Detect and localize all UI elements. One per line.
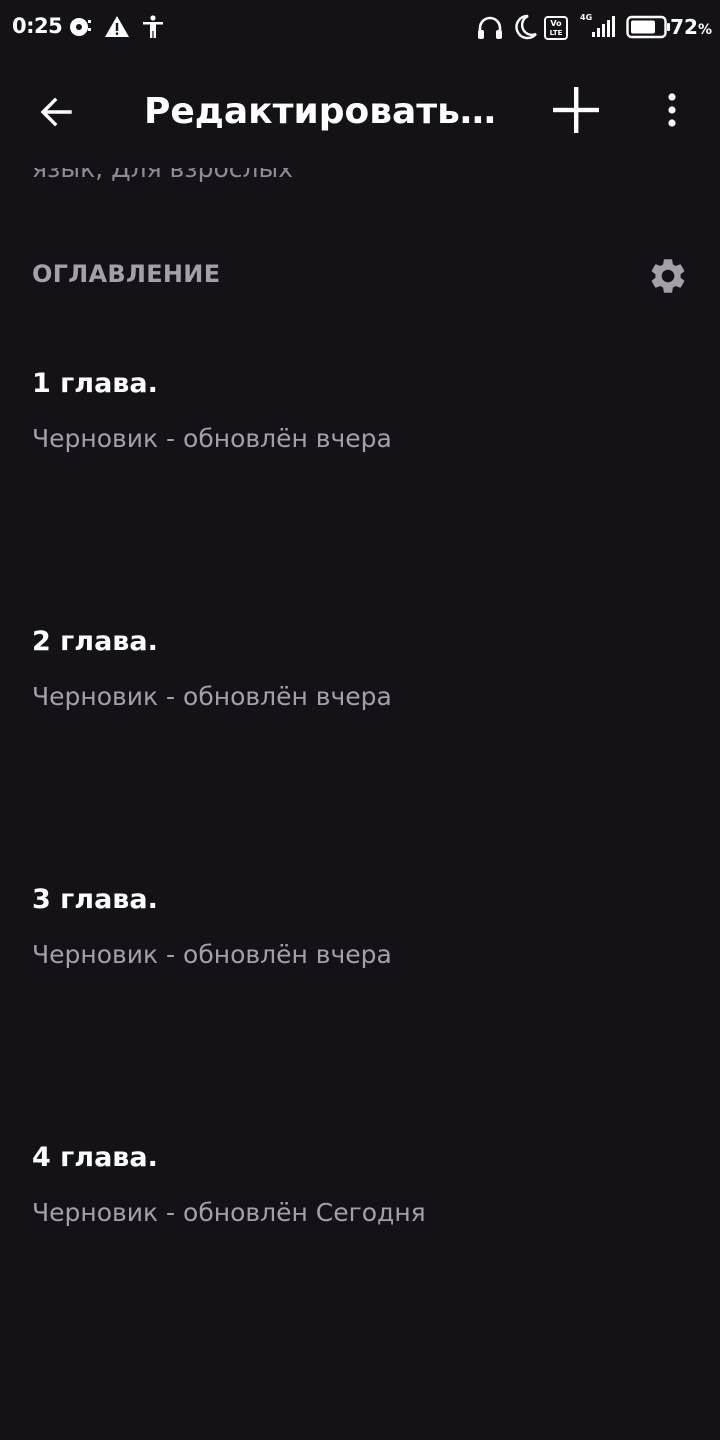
battery-icon: [626, 15, 672, 43]
chapter-item[interactable]: 1 глава. Черновик - обновлён вчера: [0, 328, 720, 586]
screen: 0:25 Vo LTE 4G 72% Редактировать и... яз…: [0, 0, 720, 1440]
chapter-title: 3 глава.: [32, 884, 158, 915]
tags-line: язык, Для взрослых: [32, 168, 294, 183]
svg-text:LTE: LTE: [550, 29, 563, 37]
chapter-status: Черновик - обновлён вчера: [32, 940, 392, 969]
chapter-item[interactable]: 3 глава. Черновик - обновлён вчера: [0, 844, 720, 1102]
chapter-item[interactable]: 2 глава. Черновик - обновлён вчера: [0, 586, 720, 844]
moon-icon: [512, 14, 538, 44]
more-options-button[interactable]: [648, 78, 696, 142]
add-chapter-button[interactable]: [544, 78, 608, 142]
chapter-title: 4 глава.: [32, 1142, 158, 1173]
headphones-icon: [476, 14, 504, 46]
plus-icon: [553, 87, 599, 133]
warning-icon: [104, 14, 130, 44]
chapter-list: 1 глава. Черновик - обновлён вчера 2 гла…: [0, 328, 720, 1360]
page-title: Редактировать и...: [144, 91, 504, 132]
chapter-status: Черновик - обновлён вчера: [32, 682, 392, 711]
chapter-item[interactable]: 4 глава. Черновик - обновлён Сегодня: [0, 1102, 720, 1360]
more-vertical-icon: [668, 93, 676, 127]
signal-icon: 4G: [578, 12, 616, 44]
status-bar: 0:25 Vo LTE 4G 72%: [0, 0, 720, 56]
toc-settings-button[interactable]: [644, 252, 692, 300]
gear-icon: [651, 259, 685, 293]
section-title: ОГЛАВЛЕНИЕ: [32, 260, 221, 288]
disc-icon: [68, 14, 94, 44]
toolbar: Редактировать и...: [0, 56, 720, 168]
chapter-title: 1 глава.: [32, 368, 158, 399]
svg-text:4G: 4G: [580, 13, 592, 22]
chapter-status: Черновик - обновлён Сегодня: [32, 1198, 426, 1227]
accessibility-icon: [140, 14, 166, 44]
battery-percent: 72%: [670, 15, 712, 39]
chapter-title: 2 глава.: [32, 626, 158, 657]
chapter-status: Черновик - обновлён вчера: [32, 424, 392, 453]
volte-icon: Vo LTE: [544, 16, 568, 44]
content-scroll[interactable]: язык, Для взрослых ОГЛАВЛЕНИЕ 1 глава. Ч…: [0, 168, 720, 1440]
status-time: 0:25: [12, 14, 63, 38]
arrow-left-icon: [40, 97, 72, 127]
back-button[interactable]: [24, 80, 88, 144]
svg-text:Vo: Vo: [550, 19, 562, 28]
